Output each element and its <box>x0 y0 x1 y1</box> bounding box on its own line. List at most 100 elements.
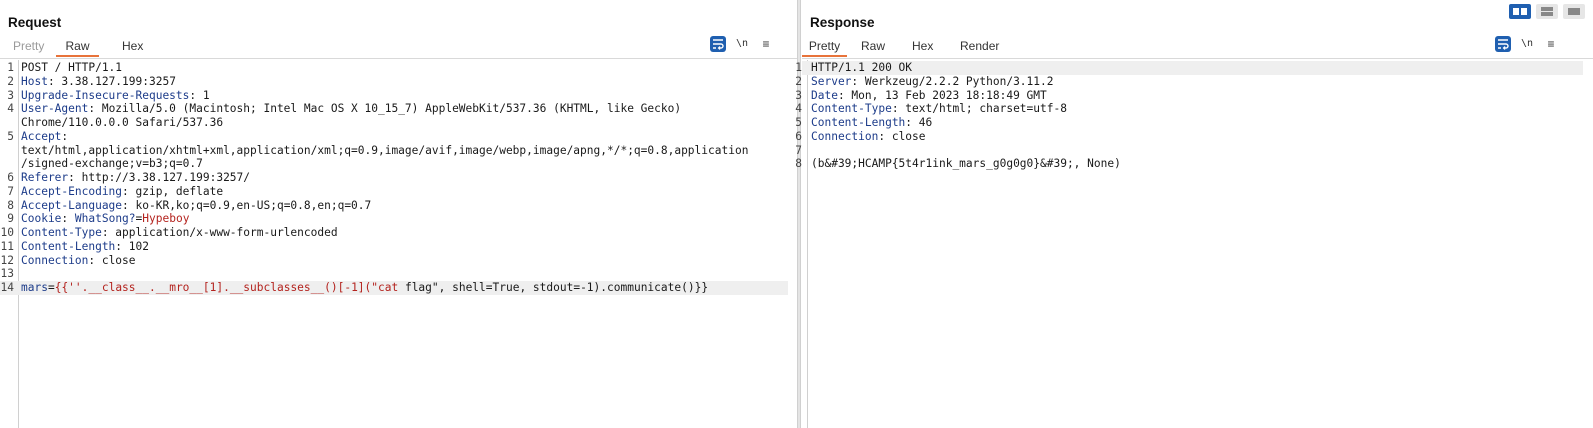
token-value: : Mon, 13 Feb 2023 18:18:49 GMT <box>837 88 1047 102</box>
token-value: = <box>47 281 55 294</box>
code-line[interactable]: 13 <box>0 267 788 281</box>
code-line[interactable]: 12 Connection: close <box>0 254 788 268</box>
request-tabs: Pretty Raw Hex <box>0 36 798 59</box>
code-line[interactable]: 4 User-Agent: Mozilla/5.0 (Macintosh; Int… <box>0 102 788 116</box>
code-line[interactable]: text/html,application/xhtml+xml,applicat… <box>0 144 788 158</box>
code-line[interactable]: 5 Content-Length: 46 <box>795 116 1583 130</box>
request-tab-pretty[interactable]: Pretty <box>9 40 48 57</box>
line-number: 7 <box>795 143 802 157</box>
code-line[interactable]: 7 Accept-Encoding: gzip, deflate <box>0 185 788 199</box>
request-editor[interactable]: 1 POST / HTTP/1.1 2 Host: 3.38.127.199:3257… <box>0 60 798 428</box>
line-text: Content-Type: application/x-www-form-url… <box>21 226 338 240</box>
code-line[interactable]: 8 (b&#39;HCAMP{5t4r1ink_mars_g0g0g0}&#39;… <box>795 157 1583 171</box>
token-value: : Mozilla/5.0 (Macintosh; Intel Mac OS X… <box>88 102 682 116</box>
line-text: Content-Type: text/html; charset=utf-8 <box>811 102 1067 116</box>
token-value: : 102 <box>115 239 149 253</box>
token-value: /signed-exchange;v=b3;q=0.7 <box>21 157 203 171</box>
token-key: Server <box>811 74 852 88</box>
code-line[interactable]: 3 Upgrade-Insecure-Requests: 1 <box>0 89 788 103</box>
token-key: Accept-Encoding <box>21 184 123 198</box>
code-line[interactable]: 6 Referer: http://3.38.127.199:3257/ <box>0 171 788 185</box>
token-key: Connection <box>21 253 89 267</box>
response-tab-hex[interactable]: Hex <box>908 40 937 57</box>
line-text: Accept-Language: ko-KR,ko;q=0.9,en-US;q=… <box>21 199 371 213</box>
token-key: User-Agent <box>21 102 89 116</box>
line-number: 1 <box>795 61 802 74</box>
line-text: Accept-Encoding: gzip, deflate <box>21 185 223 199</box>
menu-icon[interactable]: ≡ <box>1543 36 1559 52</box>
line-text: Host: 3.38.127.199:3257 <box>21 75 176 89</box>
code-line[interactable]: /signed-exchange;v=b3;q=0.7 <box>0 157 788 171</box>
token-value: : Werkzeug/2.2.2 Python/3.11.2 <box>851 74 1054 88</box>
code-line[interactable]: 2 Host: 3.38.127.199:3257 <box>0 75 788 89</box>
token-key: WhatSong? <box>74 212 136 226</box>
layout-buttons <box>1509 4 1585 20</box>
line-text: text/html,application/xhtml+xml,applicat… <box>21 144 748 158</box>
code-line[interactable]: 10 Content-Type: application/x-www-form-u… <box>0 226 788 240</box>
line-text: Referer: http://3.38.127.199:3257/ <box>21 171 250 185</box>
response-tab-raw[interactable]: Raw <box>857 40 889 57</box>
token-key: Cookie <box>21 212 62 226</box>
line-number: 4 <box>7 102 14 116</box>
line-text: User-Agent: Mozilla/5.0 (Macintosh; Inte… <box>21 102 681 116</box>
code-line[interactable]: 9 Cookie: WhatSong?=Hypeboy <box>0 212 788 226</box>
token-value: : http://3.38.127.199:3257/ <box>68 171 251 184</box>
line-text: (b&#39;HCAMP{5t4r1ink_mars_g0g0g0}&#39;,… <box>811 157 1121 171</box>
line-text: Content-Length: 102 <box>21 240 149 254</box>
code-line[interactable]: 6 Connection: close <box>795 129 1583 144</box>
code-line[interactable]: 11 Content-Length: 102 <box>0 240 788 254</box>
request-title: Request <box>8 15 62 30</box>
token-value: : application/x-www-form-urlencoded <box>101 226 338 239</box>
newline-icon[interactable]: \n <box>1518 36 1536 52</box>
code-line[interactable]: 1 HTTP/1.1 200 OK <box>795 61 1583 75</box>
line-number: 2 <box>7 74 14 88</box>
line-text: mars={{''.__class__.__mro__[1].__subclas… <box>21 281 708 295</box>
request-toolbar: \n ≡ <box>710 36 780 54</box>
request-tab-hex[interactable]: Hex <box>118 40 147 57</box>
split-horizontal-icon[interactable] <box>1509 4 1531 19</box>
code-line[interactable]: 4 Content-Type: text/html; charset=utf-8 <box>795 102 1583 116</box>
line-number: 3 <box>795 88 802 102</box>
code-line[interactable]: 8 Accept-Language: ko-KR,ko;q=0.9,en-US;q… <box>0 199 788 213</box>
wrap-icon[interactable] <box>1495 36 1511 52</box>
line-number: 2 <box>795 74 802 88</box>
line-number: 8 <box>795 157 802 171</box>
response-pane: Response Pretty Raw Hex Render \n ≡ 1 HTT… <box>795 0 1593 428</box>
line-number: 3 <box>7 88 14 102</box>
code-line[interactable]: Chrome/110.0.0.0 Safari/537.36 <box>0 116 788 130</box>
line-number: 12 <box>0 253 14 267</box>
line-number: 7 <box>7 184 14 198</box>
token-key: Accept-Language <box>21 198 123 212</box>
code-line[interactable]: 2 Server: Werkzeug/2.2.2 Python/3.11.2 <box>795 75 1583 89</box>
line-text: Accept: <box>21 130 68 144</box>
line-text: POST / HTTP/1.1 <box>21 61 122 75</box>
newline-icon[interactable]: \n <box>733 36 751 52</box>
token-value: HTTP/1.1 200 OK <box>811 61 913 74</box>
request-tab-raw[interactable]: Raw <box>56 40 99 57</box>
response-editor[interactable]: 1 HTTP/1.1 200 OK 2 Server: Werkzeug/2.2.2 … <box>795 60 1593 428</box>
token-key: Content-Type <box>21 226 102 239</box>
code-line[interactable]: 5 Accept: <box>0 130 788 144</box>
response-toolbar: \n ≡ <box>1495 36 1565 54</box>
token-key: Date <box>811 88 838 102</box>
token-value: : close <box>88 253 136 267</box>
response-title: Response <box>810 15 875 30</box>
token-value: : 46 <box>905 116 933 129</box>
line-number: 5 <box>795 116 802 129</box>
menu-icon[interactable]: ≡ <box>758 36 774 52</box>
code-line[interactable]: 7 <box>795 144 1583 158</box>
response-tab-pretty[interactable]: Pretty <box>802 40 847 57</box>
line-text: HTTP/1.1 200 OK <box>811 61 912 75</box>
line-text: Cookie: WhatSong?=Hypeboy <box>21 212 189 226</box>
code-line[interactable]: 14 mars={{''.__class__.__mro__[1].__subcl… <box>0 281 788 295</box>
code-line[interactable]: 3 Date: Mon, 13 Feb 2023 18:18:49 GMT <box>795 88 1583 103</box>
response-tab-render[interactable]: Render <box>956 40 1003 57</box>
code-line[interactable]: 1 POST / HTTP/1.1 <box>0 61 788 75</box>
split-vertical-icon[interactable] <box>1536 4 1558 19</box>
tabbed-icon[interactable] <box>1563 4 1585 19</box>
wrap-icon[interactable] <box>710 36 726 52</box>
request-pane: Request Pretty Raw Hex \n ≡ 1 POST / HTTP… <box>0 0 798 428</box>
line-text: Server: Werkzeug/2.2.2 Python/3.11.2 <box>811 75 1054 89</box>
token-value: : close <box>878 129 926 143</box>
line-text: Content-Length: 46 <box>811 116 932 130</box>
